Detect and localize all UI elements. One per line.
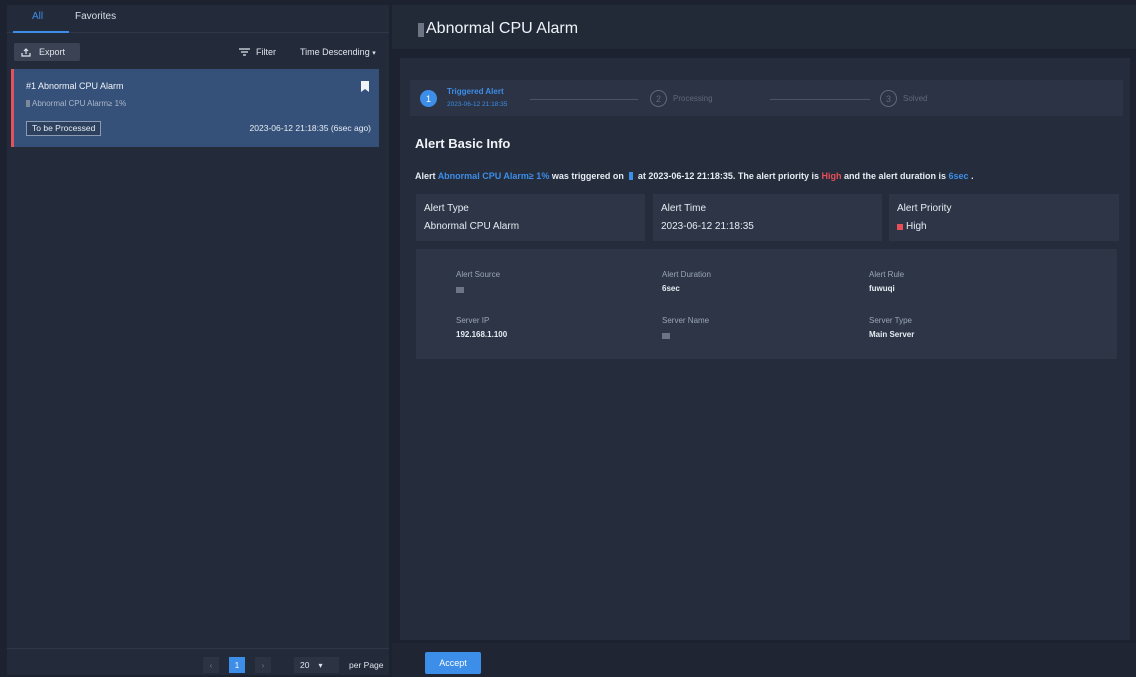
sort-label: Time Descending [300, 47, 370, 57]
alert-time-card: Alert Time 2023-06-12 21:18:35 [653, 194, 882, 241]
summary-priority: High [821, 171, 842, 181]
step-connector [530, 99, 638, 100]
page-title: Abnormal CPU Alarm [426, 20, 579, 37]
alert-priority-label: Alert Priority [897, 203, 952, 214]
step-3-circle: 3 [880, 90, 897, 107]
alert-priority-text: High [906, 221, 927, 232]
alert-list-item[interactable]: #1 Abnormal CPU Alarm Abnormal CPU Alarm… [11, 69, 379, 147]
summary-text: Alert [415, 171, 436, 181]
alert-time-value: 2023-06-12 21:18:35 [661, 221, 754, 232]
alert-list-panel: All Favorites Export Filter Time Descend… [7, 5, 389, 675]
step-2-label: Processing [673, 94, 713, 103]
step-connector [770, 99, 870, 100]
filter-label: Filter [256, 47, 276, 57]
list-toolbar: Export Filter Time Descending ▾ [7, 41, 389, 63]
section-title: Alert Basic Info [415, 136, 511, 151]
masked-source-icon [456, 287, 464, 293]
step-2-circle: 2 [650, 90, 667, 107]
tab-all[interactable]: All [32, 11, 43, 22]
page-size-value: 20 [300, 660, 310, 670]
process-steps: 1 Triggered Alert 2023-06-12 21:18:35 2 … [410, 80, 1123, 116]
server-name-label: Server Name [662, 316, 710, 325]
list-tabs: All Favorites [7, 5, 389, 33]
summary-text: . [971, 171, 974, 181]
summary-text: and the alert duration is [843, 171, 946, 181]
caret-down-icon: ▾ [318, 660, 323, 670]
status-badge: To be Processed [26, 121, 102, 136]
alert-duration-label: Alert Duration [662, 270, 711, 279]
server-type-label: Server Type [869, 316, 912, 325]
filter-icon [239, 48, 250, 56]
active-tab-indicator [13, 31, 69, 33]
alert-source-label: Alert Source [456, 270, 501, 279]
alert-rule-label: Alert Rule [869, 270, 905, 279]
alert-item-subtitle: Abnormal CPU Alarm≥ 1% [26, 99, 126, 108]
summary-duration: 6sec [948, 171, 969, 181]
alert-priority-card: Alert Priority High [889, 194, 1119, 241]
detail-header: Abnormal CPU Alarm [392, 5, 1136, 49]
alert-item-time: 2023-06-12 21:18:35 (6sec ago) [249, 123, 371, 133]
tab-favorites[interactable]: Favorites [75, 11, 116, 22]
alert-type-card: Alert Type Abnormal CPU Alarm [416, 194, 645, 241]
masked-title-icon [418, 23, 424, 37]
alert-item-title: #1 Abnormal CPU Alarm [26, 81, 124, 91]
masked-source-icon [628, 172, 633, 180]
accept-button[interactable]: Accept [425, 652, 481, 674]
alert-type-label: Alert Type [424, 203, 469, 214]
step-3-label: Solved [903, 94, 928, 103]
alert-detail-panel: 1 Triggered Alert 2023-06-12 21:18:35 2 … [400, 58, 1130, 640]
prev-page-button[interactable]: ‹ [203, 657, 219, 673]
detail-footer: Accept [392, 643, 1136, 677]
alert-priority-value: High [897, 221, 927, 232]
page-number-current[interactable]: 1 [229, 657, 245, 673]
step-1-circle: 1 [420, 90, 437, 107]
alert-duration-value: 6sec [662, 284, 680, 293]
step-1-label: Triggered Alert [447, 87, 504, 96]
alert-details-card: Alert Source Alert Duration 6sec Alert R… [416, 249, 1117, 359]
export-button[interactable]: Export [14, 43, 80, 61]
step-1-time: 2023-06-12 21:18:35 [447, 101, 508, 108]
server-type-value: Main Server [869, 330, 915, 339]
pagination: ‹ 1 › 20 ▾ per Page [7, 648, 389, 675]
alert-item-subtitle-text: Abnormal CPU Alarm≥ 1% [32, 99, 127, 108]
bookmark-icon[interactable] [361, 81, 369, 92]
filter-button[interactable]: Filter [239, 47, 276, 57]
alert-summary: Alert Abnormal CPU Alarm≥ 1% was trigger… [415, 171, 974, 181]
server-ip-value: 192.168.1.100 [456, 330, 508, 339]
next-page-button[interactable]: › [255, 657, 271, 673]
alert-rule-value: fuwuqi [869, 284, 895, 293]
masked-server-name-icon [662, 333, 670, 339]
caret-down-icon: ▾ [372, 50, 376, 57]
page-size-select[interactable]: 20 ▾ [294, 657, 339, 673]
priority-indicator-icon [897, 223, 903, 230]
per-page-label: per Page [349, 660, 384, 670]
server-ip-label: Server IP [456, 316, 490, 325]
export-icon [21, 47, 31, 57]
sort-dropdown[interactable]: Time Descending ▾ [300, 47, 376, 57]
alert-type-value: Abnormal CPU Alarm [424, 221, 520, 232]
summary-alert-name[interactable]: Abnormal CPU Alarm≥ 1% [438, 171, 550, 181]
export-label: Export [39, 47, 66, 57]
summary-text: was triggered on [551, 171, 624, 181]
app-root: All Favorites Export Filter Time Descend… [0, 0, 1136, 677]
masked-source-icon [26, 100, 30, 107]
alert-time-label: Alert Time [661, 203, 707, 214]
summary-text: at 2023-06-12 21:18:35. The alert priori… [637, 171, 819, 181]
